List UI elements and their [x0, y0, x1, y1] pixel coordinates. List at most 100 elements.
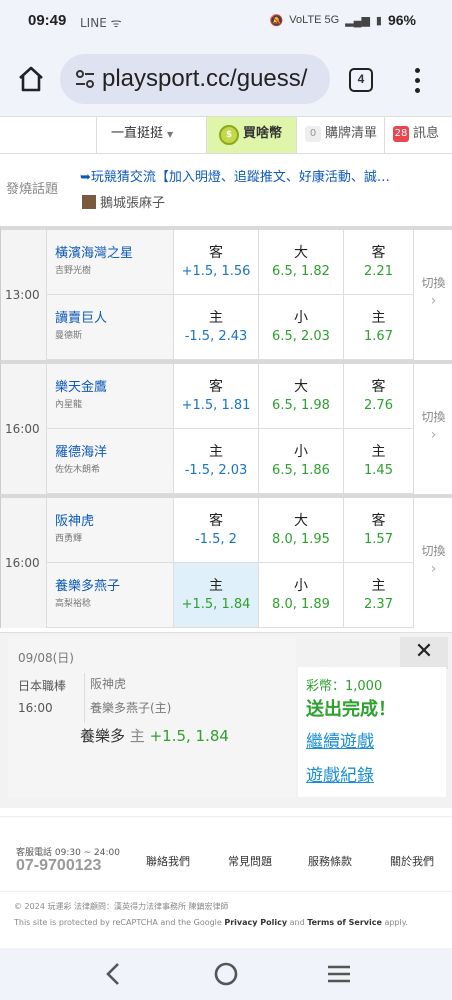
caret-down-icon: ▼ — [167, 130, 174, 139]
odds-total-over[interactable]: 大 6.5, 1.82 — [258, 230, 343, 295]
odds-value: -1.5, 2 — [195, 532, 237, 547]
cart-count-badge: 0 — [305, 126, 321, 142]
odds-ml-home[interactable]: 主 1.45 — [343, 429, 413, 494]
home-nav-icon[interactable] — [211, 960, 241, 988]
away-team[interactable]: 橫濱海灣之星吉野光樹 — [47, 230, 173, 295]
home-team[interactable]: 讀賣巨人 曼德斯 — [47, 295, 173, 360]
tab-switcher-button[interactable]: 4 — [349, 68, 373, 92]
odds-value: +1.5, 1.81 — [181, 398, 251, 413]
odds-label: 客 — [371, 513, 386, 529]
odds-label: 主 — [209, 578, 223, 594]
footer-link-faq[interactable]: 常見問題 — [228, 853, 272, 869]
bet-confirmation-panel: 09/08(日) 日本職棒 16:00 阪神虎 養樂多燕子(主) 養樂多 主 +… — [0, 632, 452, 808]
messages-label: 訊息 — [413, 126, 440, 141]
bet-time: 16:00 — [18, 701, 53, 715]
odds-spread-away[interactable]: 客 -1.5, 2 — [173, 498, 258, 563]
odds-ml-away[interactable]: 客 1.57 — [343, 498, 413, 563]
odds-ml-away[interactable]: 客 2.76 — [343, 364, 413, 429]
messages-button[interactable]: 28 訊息 — [384, 117, 452, 153]
browser-menu-icon[interactable] — [412, 66, 422, 96]
terms-of-service-link[interactable]: Terms of Service — [307, 918, 382, 927]
clock: 09:49 — [28, 12, 67, 29]
odds-ml-home[interactable]: 主 2.37 — [343, 563, 413, 628]
team-name: 橫濱海灣之星 — [55, 246, 134, 261]
odds-label: 客 — [371, 245, 386, 261]
away-team[interactable]: 阪神虎 西勇輝 — [47, 498, 173, 563]
team-name: 羅德海洋 — [55, 445, 108, 460]
battery-icon: ▮ — [375, 14, 382, 27]
switch-button[interactable]: 切換 › — [413, 498, 452, 628]
odds-label: 大 — [294, 245, 308, 261]
switch-label: 切換 — [421, 410, 446, 424]
odds-spread-home-selected[interactable]: 主 +1.5, 1.84 — [173, 563, 258, 628]
odds-label: 大 — [294, 513, 308, 529]
recents-icon[interactable] — [324, 960, 354, 988]
bet-date: 09/08(日) — [18, 651, 74, 665]
switch-button[interactable]: 切換 › — [413, 230, 452, 360]
odds-value: -1.5, 2.43 — [184, 329, 248, 344]
author-name: 鵝城張麻子 — [100, 196, 166, 211]
home-icon[interactable] — [14, 62, 48, 96]
odds-label: 主 — [209, 310, 223, 326]
odds-spread-home[interactable]: 主 -1.5, 2.03 — [173, 429, 258, 494]
odds-label: 客 — [371, 379, 386, 395]
filter-dropdown[interactable]: 一直挺挺 ▼ — [96, 117, 206, 153]
footer-link-terms[interactable]: 服務條款 — [308, 853, 352, 869]
bet-selection: 養樂多 主 +1.5, 1.84 — [80, 725, 229, 746]
pitcher-name: 高梨裕稔 — [55, 599, 92, 609]
pitcher-name: 西勇輝 — [55, 534, 83, 544]
odds-total-under[interactable]: 小 6.5, 1.86 — [258, 429, 343, 494]
odds-value: +1.5, 1.56 — [181, 264, 251, 279]
odds-value: 8.0, 1.89 — [272, 597, 330, 612]
game-time: 16:00 — [1, 364, 47, 494]
odds-spread-home[interactable]: 主 -1.5, 2.43 — [173, 295, 258, 360]
cart-button[interactable]: 0 購牌清單 — [296, 117, 384, 153]
odds-spread-away[interactable]: 客 +1.5, 1.56 — [173, 230, 258, 295]
divider — [0, 891, 452, 892]
chevron-right-icon: › — [430, 293, 437, 309]
footer-link-contact[interactable]: 聯絡我們 — [146, 853, 190, 869]
site-topbar: 一直挺挺 ▼ $ 買啥幣 0 購牌清單 28 訊息 — [0, 116, 452, 154]
back-icon[interactable] — [98, 960, 128, 988]
team-name: 讀賣巨人 — [55, 311, 108, 326]
notification-icons: LINE ᯤ — [80, 16, 122, 30]
service-phone[interactable]: 07-9700123 — [16, 857, 101, 875]
continue-game-link[interactable]: 繼續遊戲 — [306, 727, 374, 752]
odds-label: 小 — [294, 444, 308, 460]
game-history-link[interactable]: 遊戲紀錄 — [306, 761, 374, 786]
odds-total-over[interactable]: 大 8.0, 1.95 — [258, 498, 343, 563]
hot-topic-link[interactable]: ➥玩競猜交流【加入明燈、追蹤推文、好康活動、誠… — [80, 166, 450, 185]
chevron-right-icon: › — [430, 561, 437, 577]
bet-details: 09/08(日) 日本職棒 16:00 阪神虎 養樂多燕子(主) 養樂多 主 +… — [8, 637, 296, 797]
odds-value: 2.76 — [364, 398, 393, 413]
buy-coins-button[interactable]: $ 買啥幣 — [206, 117, 296, 153]
close-icon[interactable]: ✕ — [400, 637, 448, 669]
odds-total-under[interactable]: 小 8.0, 1.89 — [258, 563, 343, 628]
switch-button[interactable]: 切換 › — [413, 364, 452, 494]
filter-label: 一直挺挺 — [111, 126, 164, 141]
home-team[interactable]: 養樂多燕子 高梨裕稔 — [47, 563, 173, 628]
site-settings-icon[interactable] — [74, 69, 96, 89]
pitcher-name: 吉野光樹 — [55, 266, 92, 276]
home-team[interactable]: 羅德海洋 佐佐木朗希 — [47, 429, 173, 494]
odds-total-over[interactable]: 大 6.5, 1.98 — [258, 364, 343, 429]
message-count-badge: 28 — [393, 126, 409, 142]
away-team[interactable]: 樂天金鷹 內星龍 — [47, 364, 173, 429]
odds-value: 1.67 — [364, 329, 393, 344]
odds-total-under[interactable]: 小 6.5, 2.03 — [258, 295, 343, 360]
hot-topic-author[interactable]: 鵝城張麻子 — [82, 192, 165, 211]
footer-link-about[interactable]: 關於我們 — [390, 853, 434, 869]
odds-ml-home[interactable]: 主 1.67 — [343, 295, 413, 360]
signal-icon: ▂▄▆ — [345, 14, 370, 27]
address-bar[interactable]: playsport.cc/guess/ — [60, 54, 330, 104]
odds-value: 2.21 — [364, 264, 393, 279]
mute-icon: 🔕 — [269, 14, 284, 27]
hot-topic-label: 發燒話題 — [6, 182, 59, 197]
cart-label: 購牌清單 — [325, 126, 378, 141]
switch-label: 切換 — [421, 276, 446, 290]
privacy-policy-link[interactable]: Privacy Policy — [224, 918, 287, 927]
odds-ml-away[interactable]: 客 2.21 — [343, 230, 413, 295]
odds-value: -1.5, 2.03 — [184, 463, 248, 478]
odds-label: 主 — [209, 444, 223, 460]
odds-spread-away[interactable]: 客 +1.5, 1.81 — [173, 364, 258, 429]
